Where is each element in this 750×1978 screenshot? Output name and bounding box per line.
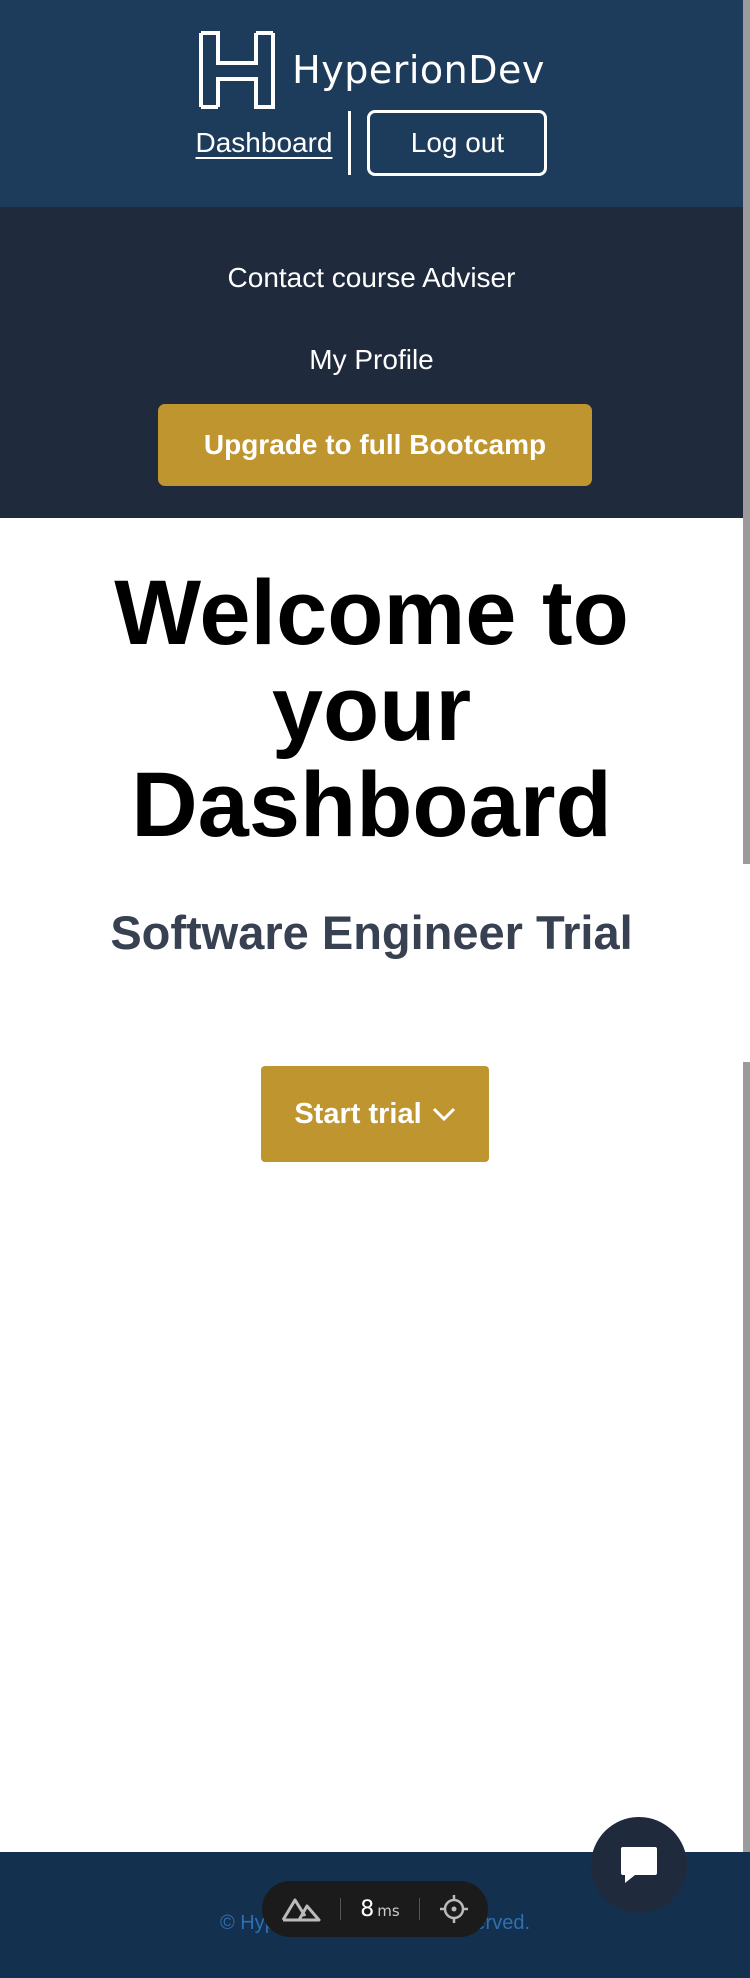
scrollbar-thumb[interactable]	[743, 0, 750, 864]
my-profile-link[interactable]: My Profile	[0, 344, 743, 376]
nav-divider	[348, 111, 352, 175]
chevron-down-icon	[432, 1107, 455, 1122]
dashboard-link[interactable]: Dashboard	[196, 127, 333, 159]
render-time-unit: ms	[377, 1901, 400, 1920]
crosshair-icon[interactable]	[439, 1894, 469, 1924]
dev-timing-badge[interactable]: 8 ms	[262, 1881, 488, 1937]
start-trial-button[interactable]: Start trial	[261, 1066, 489, 1162]
hyperiondev-h-logo-icon	[199, 31, 276, 109]
badge-divider	[418, 1898, 420, 1920]
scrollbar-thumb-secondary[interactable]	[743, 1062, 750, 1852]
upgrade-bootcamp-button[interactable]: Upgrade to full Bootcamp	[158, 404, 592, 486]
nuxt-icon[interactable]	[281, 1896, 321, 1922]
course-subtitle: Software Engineer Trial	[110, 906, 633, 959]
top-header: HyperionDev Dashboard Log out	[0, 0, 743, 207]
chat-bubble-icon	[621, 1847, 657, 1883]
brand-name: HyperionDev	[292, 48, 545, 92]
logout-button[interactable]: Log out	[367, 110, 548, 176]
secondary-nav: Contact course Adviser My Profile Upgrad…	[0, 207, 743, 518]
badge-divider	[340, 1898, 342, 1920]
start-trial-label: Start trial	[294, 1097, 422, 1130]
chat-button[interactable]	[591, 1817, 687, 1913]
render-time-value: 8	[360, 1896, 375, 1922]
contact-adviser-link[interactable]: Contact course Adviser	[0, 262, 743, 294]
render-time: 8 ms	[360, 1897, 399, 1922]
header-nav: Dashboard Log out	[0, 110, 743, 176]
page-title: Welcome to your Dashboard	[114, 562, 629, 856]
brand-logo[interactable]: HyperionDev	[0, 30, 743, 110]
